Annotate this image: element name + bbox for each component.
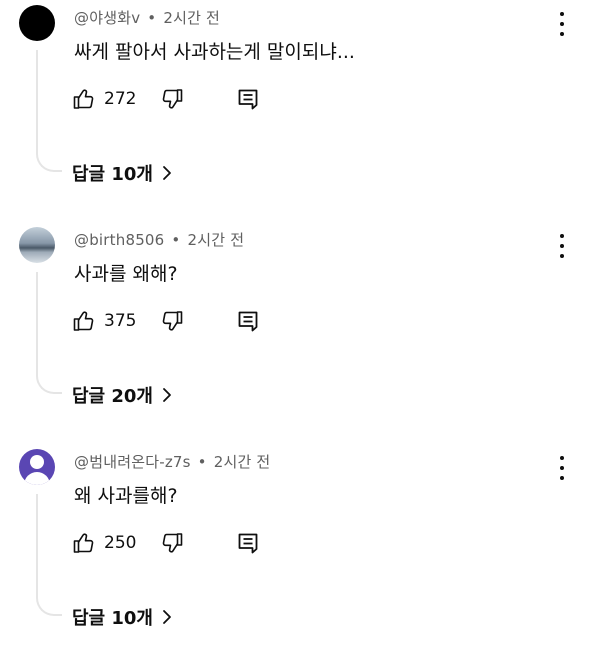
kebab-menu-icon[interactable] (552, 12, 572, 36)
comment-item: @범내려온다-z7s • 2시간 전 왜 사과를해? 250 답글 10개 (0, 444, 600, 666)
comment-icon[interactable] (236, 87, 260, 111)
like-count: 272 (104, 89, 137, 109)
thumb-up-icon[interactable] (72, 309, 96, 333)
replies-label: 답글 10개 (72, 164, 153, 185)
like-count: 375 (104, 311, 137, 331)
comment-meta: @birth8506 • 2시간 전 (74, 229, 244, 250)
comment-icon[interactable] (236, 531, 260, 555)
comment-actions: 272 (72, 87, 272, 113)
person-body-icon (24, 472, 50, 485)
thread-line (36, 494, 62, 616)
comment-meta: @야생화v • 2시간 전 (74, 7, 220, 28)
comment-text: 싸게 팔아서 사과하는게 말이되냐... (74, 41, 355, 63)
separator-dot: • (197, 453, 207, 471)
view-replies-button[interactable]: 답글 10개 (72, 604, 173, 630)
thread-line (36, 272, 62, 394)
comment-item: @birth8506 • 2시간 전 사과를 왜해? 375 답글 20개 (0, 222, 600, 444)
thread-line (36, 50, 62, 172)
view-replies-button[interactable]: 답글 10개 (72, 160, 173, 186)
comment-text: 사과를 왜해? (74, 263, 178, 285)
thumb-up-icon[interactable] (72, 531, 96, 555)
person-head-icon (30, 455, 44, 469)
avatar[interactable] (19, 227, 55, 263)
comment-actions: 375 (72, 309, 272, 335)
comment-text: 왜 사과를해? (74, 485, 178, 507)
kebab-menu-icon[interactable] (552, 456, 572, 480)
author-handle[interactable]: @범내려온다-z7s (74, 453, 191, 471)
thumb-down-icon[interactable] (160, 309, 184, 333)
avatar[interactable] (19, 5, 55, 41)
comment-actions: 250 (72, 531, 272, 557)
thumb-up-icon[interactable] (72, 87, 96, 111)
author-handle[interactable]: @birth8506 (74, 231, 164, 249)
replies-label: 답글 20개 (72, 386, 153, 407)
kebab-menu-icon[interactable] (552, 234, 572, 258)
comment-icon[interactable] (236, 309, 260, 333)
view-replies-button[interactable]: 답글 20개 (72, 382, 173, 408)
separator-dot: • (147, 9, 157, 27)
timestamp: 2시간 전 (187, 231, 245, 249)
chevron-right-icon (163, 388, 171, 402)
timestamp: 2시간 전 (163, 9, 221, 27)
timestamp: 2시간 전 (213, 453, 271, 471)
avatar[interactable] (19, 449, 55, 485)
separator-dot: • (171, 231, 181, 249)
author-handle[interactable]: @야생화v (74, 9, 140, 27)
comment-meta: @범내려온다-z7s • 2시간 전 (74, 451, 270, 472)
replies-label: 답글 10개 (72, 608, 153, 629)
thumb-down-icon[interactable] (160, 531, 184, 555)
chevron-right-icon (163, 610, 171, 624)
comment-item: @야생화v • 2시간 전 싸게 팔아서 사과하는게 말이되냐... 272 답글 … (0, 0, 600, 222)
thumb-down-icon[interactable] (160, 87, 184, 111)
chevron-right-icon (163, 166, 171, 180)
like-count: 250 (104, 533, 137, 553)
